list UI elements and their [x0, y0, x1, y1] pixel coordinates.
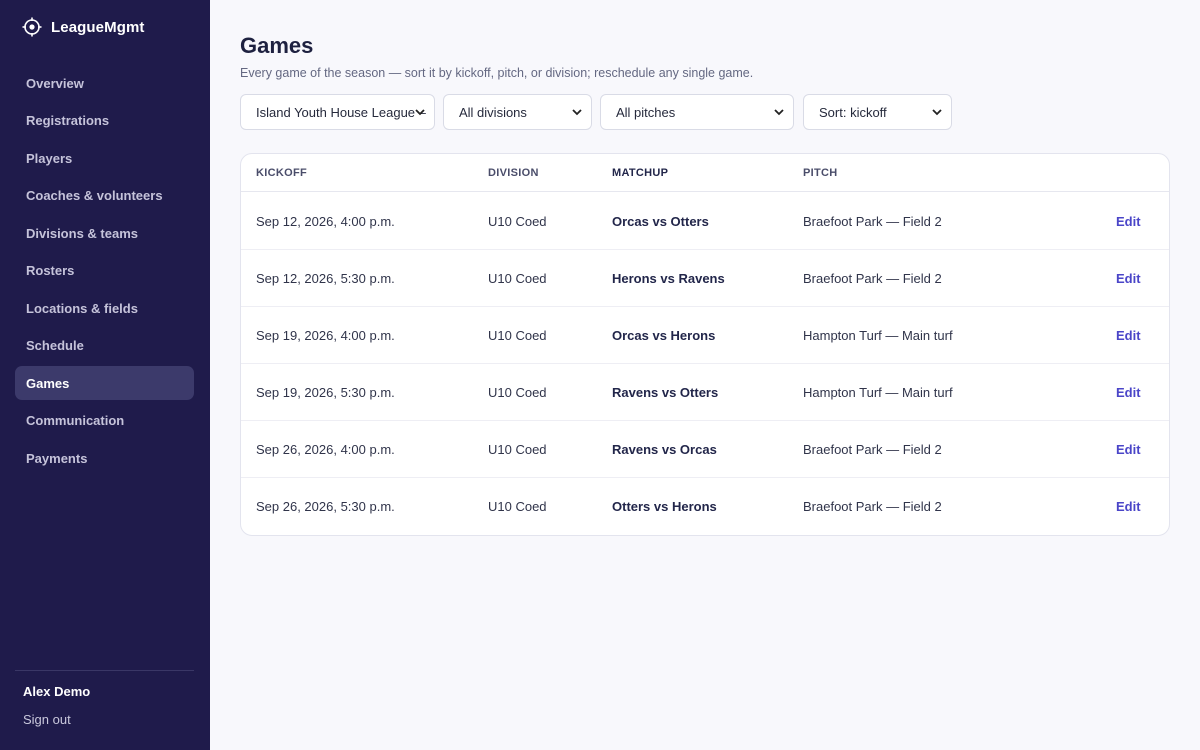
sidebar-item-players[interactable]: Players	[15, 141, 194, 175]
sidebar-item-locations-fields[interactable]: Locations & fields	[15, 291, 194, 325]
sidebar-item-games[interactable]: Games	[15, 366, 194, 400]
sidebar-item-payments[interactable]: Payments	[15, 441, 194, 475]
edit-button[interactable]: Edit	[1116, 328, 1141, 343]
sidebar-item-schedule[interactable]: Schedule	[15, 329, 194, 363]
division-select[interactable]: All divisions	[443, 94, 592, 130]
edit-button[interactable]: Edit	[1116, 499, 1141, 514]
division-select-value: All divisions	[459, 104, 527, 120]
sign-out-link[interactable]: Sign out	[23, 712, 71, 727]
chevron-down-icon	[415, 109, 425, 116]
page-subtitle: Every game of the season — sort it by ki…	[240, 66, 754, 80]
matchup-cell: Ravens vs Otters	[612, 385, 719, 400]
pitch-cell: Braefoot Park — Field 2	[803, 271, 942, 286]
matchup-cell: Herons vs Ravens	[612, 271, 725, 286]
pitch-cell: Braefoot Park — Field 2	[803, 499, 942, 514]
sidebar-item-rosters[interactable]: Rosters	[15, 254, 194, 288]
table-header: KICKOFF DIVISION MATCHUP PITCH	[241, 154, 1169, 192]
matchup-cell: Ravens vs Orcas	[612, 442, 717, 457]
division-cell: U10 Coed	[488, 328, 547, 343]
kickoff-cell: Sep 19, 2026, 4:00 p.m.	[256, 328, 395, 343]
user-name: Alex Demo	[23, 684, 91, 699]
sidebar-item-coaches-volunteers[interactable]: Coaches & volunteers	[15, 179, 194, 213]
division-cell: U10 Coed	[488, 442, 547, 457]
games-table: KICKOFF DIVISION MATCHUP PITCH Sep 12, 2…	[240, 153, 1170, 536]
table-row: Sep 12, 2026, 4:00 p.m. U10 Coed Orcas v…	[241, 193, 1169, 250]
pitch-select[interactable]: All pitches	[600, 94, 794, 130]
sidebar-item-divisions-teams[interactable]: Divisions & teams	[15, 216, 194, 250]
sidebar-item-overview[interactable]: Overview	[15, 66, 194, 100]
header-kickoff[interactable]: KICKOFF	[256, 167, 307, 179]
kickoff-cell: Sep 26, 2026, 5:30 p.m.	[256, 499, 395, 514]
table-row: Sep 19, 2026, 4:00 p.m. U10 Coed Orcas v…	[241, 307, 1169, 364]
division-cell: U10 Coed	[488, 214, 547, 229]
kickoff-cell: Sep 26, 2026, 4:00 p.m.	[256, 442, 395, 457]
kickoff-cell: Sep 19, 2026, 5:30 p.m.	[256, 385, 395, 400]
page-title: Games	[240, 33, 314, 58]
matchup-cell: Orcas vs Otters	[612, 214, 709, 229]
pitch-select-value: All pitches	[616, 104, 676, 120]
season-select[interactable]: Island Youth House League –	[240, 94, 435, 130]
crosshair-icon	[22, 17, 42, 37]
pitch-cell: Braefoot Park — Field 2	[803, 442, 942, 457]
kickoff-cell: Sep 12, 2026, 5:30 p.m.	[256, 271, 395, 286]
pitch-cell: Hampton Turf — Main turf	[803, 385, 953, 400]
sort-select-value: Sort: kickoff	[819, 104, 887, 120]
table-row: Sep 12, 2026, 5:30 p.m. U10 Coed Herons …	[241, 250, 1169, 307]
matchup-cell: Orcas vs Herons	[612, 328, 716, 343]
app-name: LeagueMgmt	[51, 18, 145, 36]
kickoff-cell: Sep 12, 2026, 4:00 p.m.	[256, 214, 395, 229]
pitch-cell: Braefoot Park — Field 2	[803, 214, 942, 229]
sidebar-item-registrations[interactable]: Registrations	[15, 104, 194, 138]
header-pitch[interactable]: PITCH	[803, 167, 838, 179]
table-row: Sep 26, 2026, 5:30 p.m. U10 Coed Otters …	[241, 478, 1169, 535]
sort-select[interactable]: Sort: kickoff	[803, 94, 952, 130]
season-select-value: Island Youth House League –	[256, 104, 426, 120]
main-content: Games Every game of the season — sort it…	[210, 0, 1200, 750]
pitch-cell: Hampton Turf — Main turf	[803, 328, 953, 343]
chevron-down-icon	[572, 109, 582, 116]
edit-button[interactable]: Edit	[1116, 214, 1141, 229]
sidebar-nav: Overview Registrations Players Coaches &…	[15, 66, 194, 479]
division-cell: U10 Coed	[488, 385, 547, 400]
header-division[interactable]: DIVISION	[488, 167, 539, 179]
sidebar-divider	[15, 670, 194, 671]
header-matchup[interactable]: MATCHUP	[612, 167, 668, 179]
division-cell: U10 Coed	[488, 499, 547, 514]
edit-button[interactable]: Edit	[1116, 271, 1141, 286]
sidebar: LeagueMgmt Overview Registrations Player…	[0, 0, 210, 750]
edit-button[interactable]: Edit	[1116, 442, 1141, 457]
sidebar-item-communication[interactable]: Communication	[15, 404, 194, 438]
brand[interactable]: LeagueMgmt	[22, 15, 145, 39]
division-cell: U10 Coed	[488, 271, 547, 286]
chevron-down-icon	[774, 109, 784, 116]
table-row: Sep 26, 2026, 4:00 p.m. U10 Coed Ravens …	[241, 421, 1169, 478]
chevron-down-icon	[932, 109, 942, 116]
matchup-cell: Otters vs Herons	[612, 499, 717, 514]
table-row: Sep 19, 2026, 5:30 p.m. U10 Coed Ravens …	[241, 364, 1169, 421]
edit-button[interactable]: Edit	[1116, 385, 1141, 400]
